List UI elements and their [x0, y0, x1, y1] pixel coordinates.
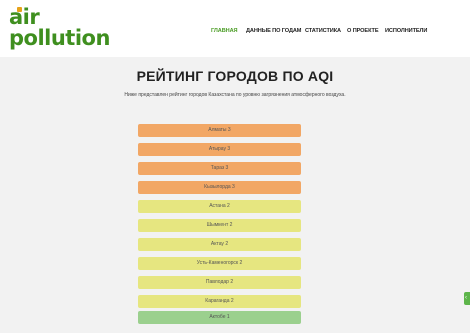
logo-text-air: air	[9, 5, 40, 29]
city-row-astana[interactable]: Астана 2	[138, 200, 301, 213]
nav-item-about[interactable]: О ПРОЕКТЕ	[347, 26, 379, 36]
city-row-shymkent[interactable]: Шымкент 2	[138, 219, 301, 232]
city-row-ust-kamenogorsk[interactable]: Усть-Каменогорск 2	[138, 257, 301, 270]
page-subtitle: Ниже представлен рейтинг городов Казахст…	[124, 92, 346, 98]
nav-item-team[interactable]: ИСПОЛНИТЕЛИ	[385, 26, 427, 36]
city-row-taraz[interactable]: Тараз 3	[138, 162, 301, 175]
nav-item-home[interactable]: ГЛАВНАЯ	[211, 26, 238, 36]
city-row-pavlodar[interactable]: Павлодар 2	[138, 276, 301, 289]
city-row-atyrau[interactable]: Атырау 3	[138, 143, 301, 156]
page-title: РЕЙТИНГ ГОРОДОВ ПО AQI	[136, 68, 334, 84]
chevron-left-icon: ‹	[465, 295, 467, 301]
city-row-kyzylorda[interactable]: Кызылорда 3	[138, 181, 301, 194]
city-row-karaganda[interactable]: Караганда 2	[138, 295, 301, 308]
side-scroll-tab[interactable]: ‹	[464, 292, 470, 305]
logo-dot-icon	[17, 7, 22, 12]
city-row-almaty[interactable]: Алматы 3	[138, 124, 301, 137]
nav-item-statistics[interactable]: СТАТИСТИКА	[305, 26, 341, 36]
city-row-aktau[interactable]: Актау 2	[138, 238, 301, 251]
site-header: air pollution ГЛАВНАЯ ДАННЫЕ ПО ГОДАМ СТ…	[0, 0, 470, 57]
city-row-aktobe[interactable]: Актобе 1	[138, 311, 301, 324]
main-nav: ГЛАВНАЯ ДАННЫЕ ПО ГОДАМ СТАТИСТИКА О ПРО…	[0, 26, 470, 38]
nav-item-data-by-years[interactable]: ДАННЫЕ ПО ГОДАМ	[246, 26, 301, 36]
